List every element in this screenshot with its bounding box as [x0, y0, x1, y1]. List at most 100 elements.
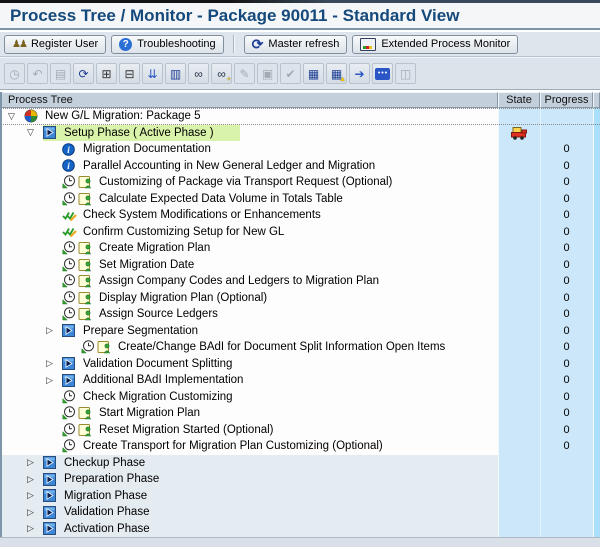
tree-item[interactable]: Create/Change BAdI for Document Split In…: [0, 339, 600, 356]
column-header-progress[interactable]: Progress: [540, 92, 593, 108]
extended-process-monitor-button[interactable]: Extended Process Monitor: [352, 35, 518, 54]
options-icon: •••: [375, 68, 390, 80]
column-header-state[interactable]: State: [498, 92, 540, 108]
progress-value: 0: [540, 207, 593, 224]
tree-item[interactable]: iParallel Accounting in New General Ledg…: [0, 158, 600, 175]
tree-item[interactable]: ▷Additional BAdI Implementation0: [0, 372, 600, 389]
transport-truck-icon: [498, 126, 540, 141]
toolbar-collapse-all-button[interactable]: ⊟: [119, 63, 140, 84]
toolbar-edit-button: ✎: [234, 63, 255, 84]
tree-item[interactable]: Calculate Expected Data Volume in Totals…: [0, 191, 600, 208]
toolbar-continue-button[interactable]: ➔: [349, 63, 370, 84]
tree-item[interactable]: ▷Checkup Phase: [0, 455, 600, 472]
expander-closed-icon[interactable]: ▷: [46, 359, 62, 368]
tree-item[interactable]: Confirm Customizing Setup for New GL0: [0, 224, 600, 241]
expander-closed-icon[interactable]: ▷: [27, 475, 43, 484]
tree-item[interactable]: Create Transport for Migration Plan Cust…: [0, 438, 600, 455]
find-next-icon: ∞: [217, 68, 226, 80]
progress-value: 0: [540, 191, 593, 208]
tree-item-label: Additional BAdI Implementation: [83, 374, 243, 386]
table-header: Process Tree State Progress: [0, 92, 600, 108]
tree-item[interactable]: ▷Validation Phase: [0, 504, 600, 521]
expand-all-icon: ⊞: [101, 68, 111, 80]
tree-item-label: Create Transport for Migration Plan Cust…: [83, 440, 383, 452]
phase-play-icon: [43, 505, 59, 519]
progress-value: 0: [540, 356, 593, 373]
tree-item-content: Preparation Phase: [43, 472, 159, 486]
tree-item[interactable]: Reset Migration Started (Optional)0: [0, 422, 600, 439]
tree-item[interactable]: ▽Setup Phase ( Active Phase ): [0, 125, 600, 142]
tree-item-content: Set Migration Date: [62, 258, 194, 272]
active-phase-highlight: Setup Phase ( Active Phase ): [43, 125, 240, 141]
toolbar-legend-button[interactable]: ▦: [303, 63, 324, 84]
master-refresh-button[interactable]: ⟳ Master refresh: [244, 35, 348, 54]
tree-item[interactable]: Display Migration Plan (Optional) 0: [0, 290, 600, 307]
column-header-process-tree[interactable]: Process Tree: [0, 92, 498, 108]
find-next-badge-icon: +: [227, 76, 231, 83]
toolbar-sort-descending-button[interactable]: ⇊: [142, 63, 163, 84]
tree-item[interactable]: ▷ Activation Phase: [0, 521, 600, 538]
tree-item[interactable]: Assign Source Ledgers0: [0, 306, 600, 323]
toolbar-display-object-list-button[interactable]: ▥: [165, 63, 186, 84]
tree-item[interactable]: Assign Company Codes and Ledgers to Migr…: [0, 273, 600, 290]
tree-item[interactable]: Set Migration Date0: [0, 257, 600, 274]
expander-closed-icon[interactable]: ▷: [27, 508, 43, 517]
tree-item[interactable]: ▷Preparation Phase: [0, 471, 600, 488]
toolbar-expand-all-button[interactable]: ⊞: [96, 63, 117, 84]
troubleshooting-button[interactable]: ? Troubleshooting: [111, 35, 223, 54]
find-icon: ∞: [194, 68, 203, 80]
indent-spacer: [0, 165, 46, 166]
tree-item[interactable]: Start Migration Plan0: [0, 405, 600, 422]
migration-package-icon: [24, 109, 40, 123]
execute-clock-icon: [62, 307, 78, 321]
tree-item[interactable]: Check Migration Customizing0: [0, 389, 600, 406]
indent-spacer: [0, 297, 46, 298]
expander-closed-icon[interactable]: ▷: [46, 376, 62, 385]
tree-item[interactable]: Customizing of Package via Transport Req…: [0, 174, 600, 191]
toolbar-legend-warning-button[interactable]: ▦▲: [326, 63, 347, 84]
customizing-activity-icon: [78, 406, 94, 420]
tree-item-label: Assign Company Codes and Ledgers to Migr…: [99, 275, 379, 287]
indent-spacer: [0, 495, 27, 496]
tree-item-label: Activation Phase: [64, 523, 150, 535]
customizing-activity-icon: [78, 423, 94, 437]
tree-item[interactable]: Create Migration Plan0: [0, 240, 600, 257]
indent-spacer: [0, 462, 27, 463]
expander-open-icon[interactable]: ▽: [8, 112, 24, 121]
tree-item-label: Reset Migration Started (Optional): [99, 424, 274, 436]
expander-closed-icon[interactable]: ▷: [27, 491, 43, 500]
tree-item-content: Display Migration Plan (Optional): [62, 291, 267, 305]
indent-spacer: [0, 198, 46, 199]
tree-item[interactable]: ▷Prepare Segmentation0: [0, 323, 600, 340]
expander-open-icon[interactable]: ▽: [27, 128, 43, 137]
tree-item-content: Prepare Segmentation: [62, 324, 198, 338]
register-user-button[interactable]: ♟♟ Register User: [4, 35, 106, 54]
phase-play-icon: [62, 357, 78, 371]
indent-spacer: [0, 512, 27, 513]
toolbar-confirm-button: ✔: [280, 63, 301, 84]
indent-spacer: [0, 363, 46, 364]
phase-play-icon: [43, 472, 59, 486]
expander-closed-icon[interactable]: ▷: [27, 458, 43, 467]
tree-item[interactable]: ▽New G/L Migration: Package 5: [0, 108, 600, 125]
toolbar-refresh-button[interactable]: ⟳: [73, 63, 94, 84]
indent-spacer: [0, 149, 46, 150]
tree-item[interactable]: ▷Validation Document Splitting0: [0, 356, 600, 373]
execute-clock-icon: [81, 340, 97, 354]
tree-item[interactable]: iMigration Documentation0: [0, 141, 600, 158]
expander-closed-icon[interactable]: ▷: [27, 524, 43, 533]
toolbar-find-button[interactable]: ∞: [188, 63, 209, 84]
phase-play-icon: [62, 324, 78, 338]
expander-closed-icon[interactable]: ▷: [46, 326, 62, 335]
tree-item[interactable]: Check System Modifications or Enhancemen…: [0, 207, 600, 224]
indent-spacer: [0, 264, 46, 265]
toolbar-find-next-button[interactable]: ∞+: [211, 63, 232, 84]
toolbar-display-document-button: ▤: [50, 63, 71, 84]
progress-value: 0: [540, 290, 593, 307]
monitor-icon: [360, 38, 376, 51]
tree-item-content: Activation Phase: [43, 522, 150, 536]
tree-item[interactable]: ▷Migration Phase: [0, 488, 600, 505]
register-user-label: Register User: [31, 38, 98, 50]
display-object-list-icon: ▥: [170, 68, 181, 80]
toolbar-options-button[interactable]: •••: [372, 63, 393, 84]
